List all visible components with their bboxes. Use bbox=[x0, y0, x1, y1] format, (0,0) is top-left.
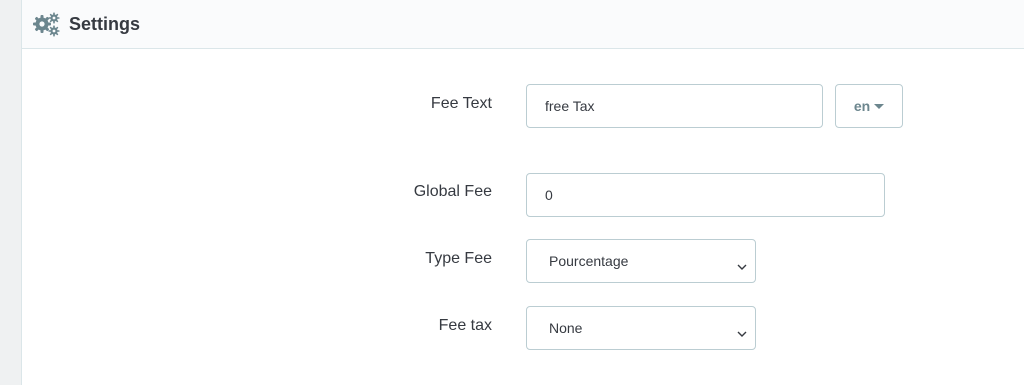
fee-text-label: Fee Text bbox=[430, 95, 492, 112]
page-title: Settings bbox=[69, 14, 141, 34]
chevron-down-icon bbox=[737, 258, 747, 270]
caret-down-icon bbox=[874, 104, 885, 109]
type-fee-select[interactable]: Pourcentage bbox=[526, 239, 756, 283]
language-dropdown-button[interactable]: en bbox=[835, 84, 903, 128]
settings-panel: Settings Fee Text en Global Fee Type Fee… bbox=[22, 0, 1024, 385]
language-code: en bbox=[853, 98, 871, 114]
type-fee-selected-value: Pourcentage bbox=[549, 253, 629, 269]
cogs-icon bbox=[33, 12, 61, 38]
fee-tax-select[interactable]: None bbox=[526, 306, 756, 350]
type-fee-label: Type Fee bbox=[425, 250, 492, 267]
fee-tax-label: Fee tax bbox=[438, 317, 492, 334]
global-fee-label: Global Fee bbox=[413, 183, 492, 200]
panel-header: Settings bbox=[22, 0, 1024, 49]
left-sidebar-edge bbox=[0, 0, 22, 385]
fee-text-input[interactable] bbox=[526, 84, 823, 128]
chevron-down-icon bbox=[737, 325, 747, 337]
global-fee-input[interactable] bbox=[526, 173, 885, 217]
fee-tax-selected-value: None bbox=[549, 320, 583, 336]
